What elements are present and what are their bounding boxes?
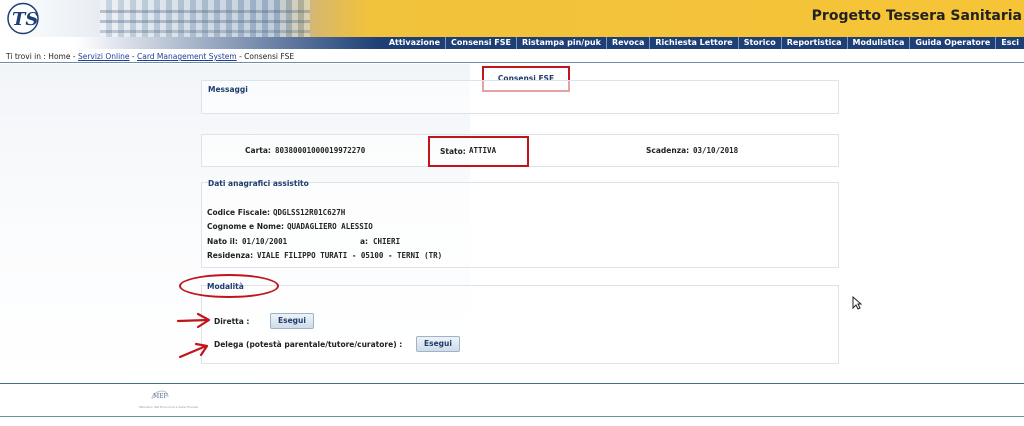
nato-label: Nato il: <box>207 237 238 246</box>
modalita-heading: Modalità <box>207 282 244 291</box>
divider <box>0 62 1024 63</box>
carta-label: Carta: <box>245 146 271 155</box>
messages-heading: Messaggi <box>208 85 248 94</box>
nav-item-esci[interactable]: Esci <box>995 37 1024 49</box>
breadcrumb-link-servizi-online[interactable]: Servizi Online <box>78 52 130 61</box>
cf-value: QDGLSS12R01C627H <box>273 208 346 217</box>
stato-label: Stato: <box>440 147 466 156</box>
nav-item-reportistica[interactable]: Reportistica <box>780 37 847 49</box>
luogo-value: CHIERI <box>373 237 401 246</box>
residenza-value: VIALE FILIPPO TURATI - 05100 - TERNI (TR… <box>257 251 443 260</box>
diretta-label: Diretta : <box>214 317 250 326</box>
arrow-diretta-icon <box>176 312 211 329</box>
nav-item-guida-operatore[interactable]: Guida Operatore <box>909 37 995 49</box>
carta-value: 80380001000019972270 <box>275 146 366 155</box>
svg-text:MEF: MEF <box>153 393 168 400</box>
residenza-label: Residenza: <box>207 251 254 260</box>
mef-logo: MEF <box>151 390 169 400</box>
arrow-delega-icon <box>178 342 209 359</box>
header-banner: TS Progetto Tessera Sanitaria <box>0 0 1024 37</box>
footer-divider <box>0 383 1024 384</box>
nav-item-storico[interactable]: Storico <box>737 37 781 49</box>
app-title: Progetto Tessera Sanitaria <box>811 8 1022 24</box>
nav-item-attivazione[interactable]: Attivazione <box>384 37 445 49</box>
main-nav: Attivazione Consensi FSE Ristampa pin/pu… <box>0 37 1024 49</box>
mouse-cursor-icon <box>852 296 862 310</box>
scadenza-label: Scadenza: <box>646 146 690 155</box>
nav-item-consensi-fse[interactable]: Consensi FSE <box>445 37 516 49</box>
esegui-delega-button[interactable]: Esegui <box>416 336 460 352</box>
nav-item-revoca[interactable]: Revoca <box>605 37 649 49</box>
nome-label: Cognome e Nome: <box>207 222 285 231</box>
esegui-diretta-button[interactable]: Esegui <box>270 313 314 329</box>
breadcrumb: Ti trovi in : Home - Servizi Online - Ca… <box>6 52 295 61</box>
nav-item-richiesta-lettore[interactable]: Richiesta Lettore <box>649 37 737 49</box>
delega-label: Delega (potestà parentale/tutore/curator… <box>214 340 403 349</box>
nav-item-modulistica[interactable]: Modulistica <box>846 37 910 49</box>
mef-caption: Ministero dell'Economia e delle Finanze <box>139 405 199 409</box>
nome-value: QUADAGLIERO ALESSIO <box>287 222 373 231</box>
breadcrumb-link-card-management[interactable]: Card Management System <box>137 52 237 61</box>
cf-label: Codice Fiscale: <box>207 208 271 217</box>
scadenza-value: 03/10/2018 <box>693 146 739 155</box>
pharmacy-photo <box>100 0 310 37</box>
nav-item-ristampa[interactable]: Ristampa pin/puk <box>515 37 606 49</box>
ts-logo[interactable]: TS <box>6 2 40 35</box>
messages-panel: Messaggi <box>201 80 839 114</box>
stato-value: ATTIVA <box>469 146 497 155</box>
luogo-label: a: <box>360 237 369 246</box>
svg-text:TS: TS <box>12 9 38 30</box>
anagrafica-heading: Dati anagrafici assistito <box>208 179 309 188</box>
nav-items: Attivazione Consensi FSE Ristampa pin/pu… <box>384 37 1024 49</box>
nato-value: 01/10/2001 <box>242 237 288 246</box>
